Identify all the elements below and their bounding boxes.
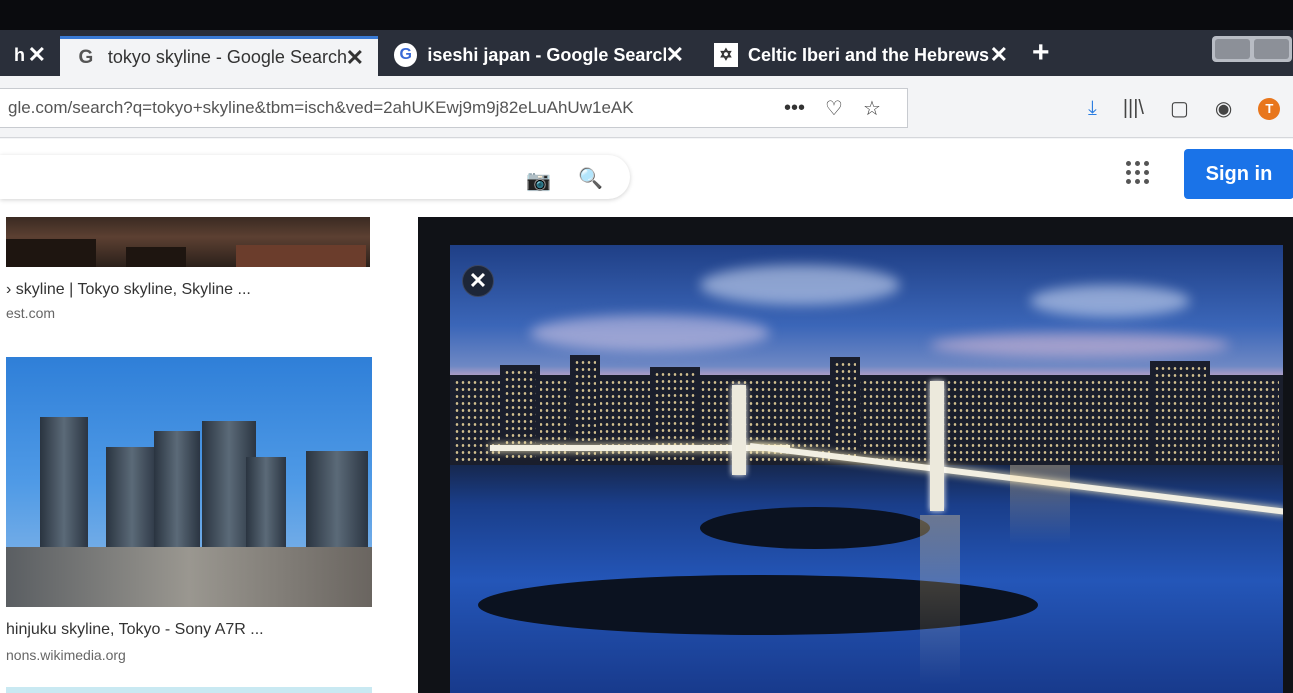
close-preview-icon[interactable]: ✕ [462, 265, 494, 297]
google-header: 📷 🔍 Sign in [0, 139, 1293, 217]
maximize-icon[interactable] [1254, 39, 1289, 59]
new-tab-icon[interactable]: + [1032, 36, 1050, 70]
camera-search-icon[interactable]: 📷 [526, 168, 551, 193]
tab-tokyo-skyline[interactable]: G tokyo skyline - Google Search ✕ [60, 36, 378, 76]
search-input[interactable]: 📷 🔍 [0, 155, 630, 199]
result-thumbnail[interactable] [6, 357, 372, 607]
google-favicon-icon: G [394, 43, 418, 67]
tab-title: h [14, 44, 25, 65]
sign-in-button[interactable]: Sign in [1184, 149, 1293, 199]
result-source: est.com [6, 305, 56, 321]
tab-close-icon[interactable]: ✕ [666, 42, 684, 68]
monitor-bezel [0, 0, 1293, 30]
account-icon[interactable]: ◉ [1215, 96, 1232, 121]
tab-close-icon[interactable]: ✕ [346, 45, 364, 71]
bookmark-star-icon[interactable]: ☆ [863, 96, 881, 121]
result-source: nons.wikimedia.org [6, 647, 126, 663]
library-icon[interactable]: |||\ [1123, 97, 1144, 120]
preview-image[interactable] [450, 245, 1283, 693]
tab-close-icon[interactable]: ✕ [28, 42, 46, 68]
download-icon[interactable]: ⤓ [1088, 97, 1097, 120]
google-favicon-icon: G [78, 46, 94, 68]
screen: h ✕ G tokyo skyline - Google Search ✕ G … [0, 0, 1293, 693]
tab-close-icon[interactable]: ✕ [990, 42, 1008, 68]
google-apps-icon[interactable] [1126, 161, 1150, 185]
result-thumbnail[interactable] [6, 217, 370, 267]
tab-title: iseshi japan - Google Search [427, 44, 666, 65]
browser-toolbar: gle.com/search?q=tokyo+skyline&tbm=isch&… [0, 76, 1293, 138]
search-icon[interactable]: 🔍 [578, 166, 603, 191]
tab-iseshi-japan[interactable]: G iseshi japan - Google Search ✕ [380, 34, 698, 76]
sidebar-icon[interactable]: ▢ [1170, 96, 1189, 121]
tab-strip: h ✕ G tokyo skyline - Google Search ✕ G … [0, 30, 1293, 76]
image-results: › skyline | Tokyo skyline, Skyline ... e… [0, 217, 418, 693]
image-preview-panel: ✕ [418, 217, 1293, 693]
tab-title: Celtic Iberi and the Hebrews [748, 44, 990, 65]
profile-avatar-icon[interactable]: T [1258, 97, 1281, 120]
tab-title: tokyo skyline - Google Search [107, 47, 346, 67]
url-text[interactable]: gle.com/search?q=tokyo+skyline&tbm=isch&… [8, 98, 748, 118]
window-controls[interactable] [1212, 36, 1292, 62]
minimize-icon[interactable] [1215, 39, 1250, 59]
tab-celtic-iberi[interactable]: ✡ Celtic Iberi and the Hebrews ✕ [700, 34, 1022, 76]
address-bar[interactable]: gle.com/search?q=tokyo+skyline&tbm=isch&… [0, 88, 908, 128]
tab-partial[interactable]: h ✕ [0, 34, 60, 76]
more-actions-icon[interactable]: ••• [784, 97, 805, 120]
result-thumbnail[interactable] [6, 687, 372, 693]
result-title[interactable]: › skyline | Tokyo skyline, Skyline ... [6, 281, 251, 299]
pocket-icon[interactable]: ♡ [825, 96, 843, 121]
star-of-david-favicon-icon: ✡ [714, 43, 738, 67]
result-title[interactable]: hinjuku skyline, Tokyo - Sony A7R ... [6, 621, 264, 639]
